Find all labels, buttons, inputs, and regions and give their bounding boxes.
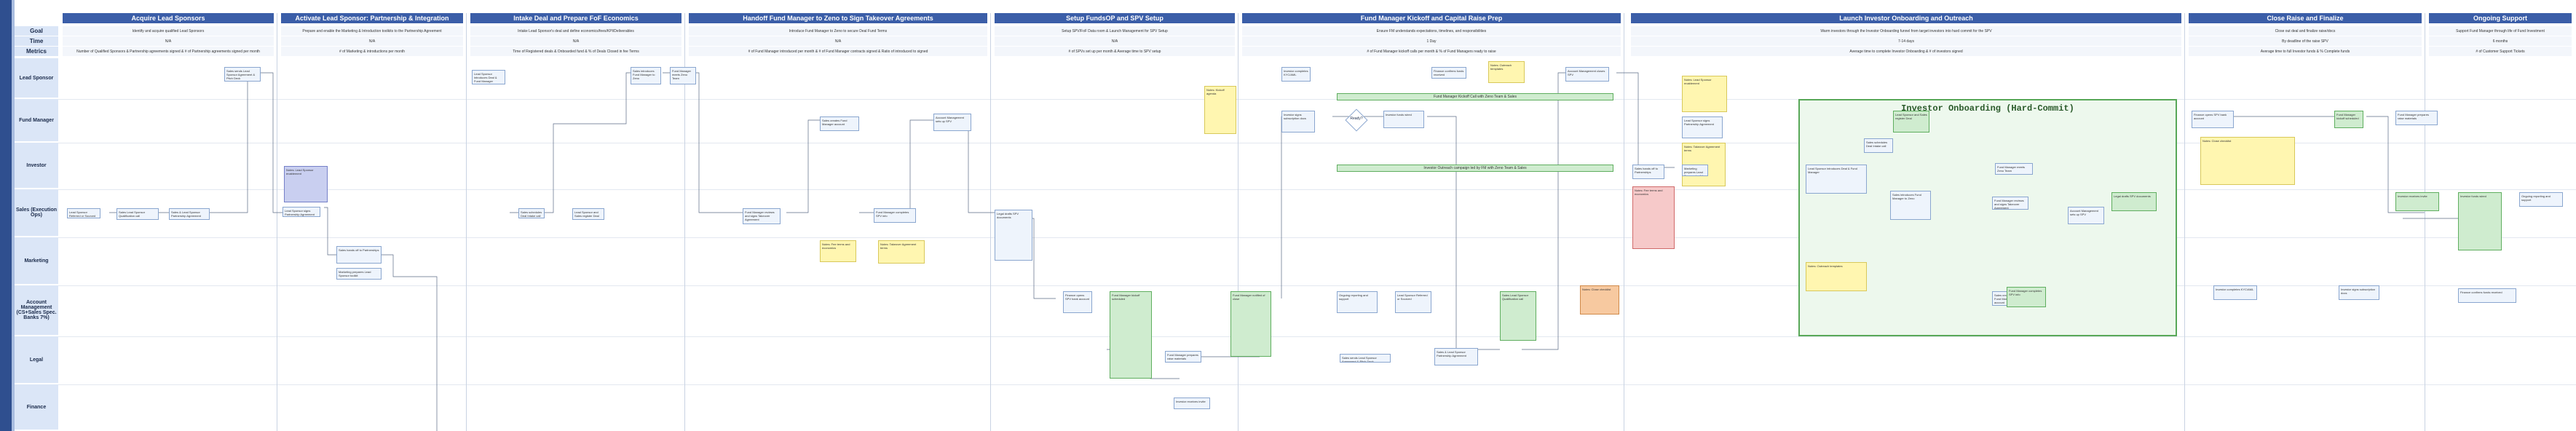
flow-step: Lead Sponsor Referred or Sourced — [1395, 291, 1431, 313]
flow-step: Fund Manager meets Zeno Team — [670, 67, 696, 84]
investor-outreach-band: Investor Outreach campaign led by FM wit… — [1337, 165, 1613, 172]
flow-step: Lead Sponsor and Sales register Deal — [1893, 111, 1929, 133]
flow-step: Investor signs subscription docs — [1281, 111, 1315, 133]
flow-step: Sales introduces Fund Manager to Zeno — [631, 67, 661, 84]
flow-step: Lead Sponsor signs Partnership Agreement — [283, 207, 320, 217]
flow-step: Lead Sponsor introduces Deal & Fund Mana… — [1806, 165, 1867, 194]
flow-connectors — [109, 72, 2461, 431]
flow-step: Fund Manager kickoff scheduled — [1110, 291, 1152, 379]
flow-step: Investor completes KYC/AML — [1281, 67, 1311, 82]
flow-step: Sales & Lead Sponsor Partnership Agreeme… — [1434, 348, 1478, 365]
flow-step: Sales Lead Sponsor Qualification call — [1500, 291, 1536, 341]
flow-note: Notes: Outreach templates — [1488, 61, 1525, 83]
investor-onboarding-box: Investor Onboarding (Hard-Commit) — [1798, 99, 2177, 336]
flow-step: Legal drafts SPV documents — [2111, 192, 2157, 211]
flow-step: Account Management closes SPV — [1565, 67, 1609, 82]
flow-step: Lead Sponsor introduces Deal & Fund Mana… — [472, 70, 505, 84]
flow-step: Account Management sets up SPV — [933, 114, 971, 131]
flow-step: Fund Manager reviews and signs Takeover … — [743, 208, 781, 224]
flow-step: Lead Sponsor and Sales register Deal — [572, 208, 604, 220]
flow-step: Sales creates Fund Manager account — [820, 116, 859, 131]
flow-note: Notes: Close checklist — [2200, 137, 2295, 185]
flow-step: Fund Manager reviews and signs Takeover … — [1992, 197, 2028, 210]
flow-step: Account Management sets up SPV — [2068, 207, 2104, 224]
flow-note: Notes: Lead Sponsor enablement — [1682, 76, 1727, 112]
flow-step: Lead Sponsor Referred or Sourced — [67, 208, 100, 218]
flow-step: Fund Manager kickoff scheduled — [2334, 111, 2363, 128]
flow-step: Sales hands off to Partnerships — [1632, 165, 1664, 179]
flow-step: Investor completes KYC/AML — [2213, 285, 2257, 300]
flow-note: Notes: Close checklist — [1580, 285, 1619, 315]
flow-step: Investor receives invite — [2395, 192, 2439, 211]
flow-note: Notes: Takeover Agreement terms — [878, 240, 925, 264]
flow-step: Marketing prepares Lead Sponsor toolkit — [336, 268, 382, 280]
flow-step: Sales Lead Sponsor Qualification call — [116, 208, 159, 220]
flow-step: Fund Manager completes SPV info — [874, 208, 916, 223]
flow-step: Finance opens SPV bank account — [1063, 291, 1092, 313]
flow-step: Ongoing reporting and support — [1337, 291, 1378, 313]
flow-note: Notes: Fee terms and economics — [820, 240, 856, 262]
flow-step: Finance opens SPV bank account — [2192, 111, 2234, 128]
flow-step: Fund Manager notified of close — [1230, 291, 1271, 357]
flow-step: Sales schedules Deal Intake call — [518, 208, 545, 218]
flow-step: Fund Manager prepares raise materials — [1165, 351, 1201, 363]
flow-step: Finance confirms funds received — [1431, 67, 1466, 79]
flow-step: Fund Manager completes SPV info — [2007, 287, 2046, 307]
kickoff-band: Fund Manager Kickoff Call with Zeno Team… — [1337, 93, 1613, 100]
flow-step: Sales introduces Fund Manager to Zeno — [1890, 191, 1931, 220]
flow-step: Sales sends Lead Sponsor Agreement & Pit… — [224, 67, 261, 82]
flow-note: Notes: Outreach templates — [1806, 262, 1867, 291]
flow-note: Notes: Fee terms and economics — [1632, 186, 1675, 249]
flow-step: Lead Sponsor signs Partnership Agreement — [1682, 116, 1723, 138]
flow-step: Fund Manager meets Zeno Team — [1995, 163, 2033, 175]
flow-step: Investor signs subscription docs — [2339, 285, 2379, 300]
flow-step: Sales & Lead Sponsor Partnership Agreeme… — [169, 208, 210, 220]
flow-step: Fund Manager prepares raise materials — [2395, 111, 2438, 125]
investor-onboarding-title: Investor Onboarding (Hard-Commit) — [1901, 103, 2074, 114]
flow-step: Finance confirms funds received — [2458, 288, 2516, 303]
decision-label: Ready? — [1350, 116, 1363, 121]
flow-note: Notes: Kickoff agenda — [1204, 86, 1236, 134]
flow-step: Sales sends Lead Sponsor Agreement & Pit… — [1340, 354, 1391, 363]
flow-step: Legal drafts SPV documents — [995, 210, 1032, 261]
flow-step: Sales schedules Deal Intake call — [1864, 138, 1893, 153]
flow-step: Investor funds wired — [1383, 111, 1424, 128]
flow-step: Sales hands off to Partnerships — [336, 246, 382, 264]
flow-step: Investor receives invite — [1174, 398, 1210, 409]
flow-step: Marketing prepares Lead Sponsor toolkit — [1682, 165, 1708, 176]
flow-step: Investor funds wired — [2458, 192, 2502, 250]
flow-step: Ongoing reporting and support — [2519, 192, 2563, 207]
flow-note: Notes: Lead Sponsor enablement — [284, 166, 328, 202]
